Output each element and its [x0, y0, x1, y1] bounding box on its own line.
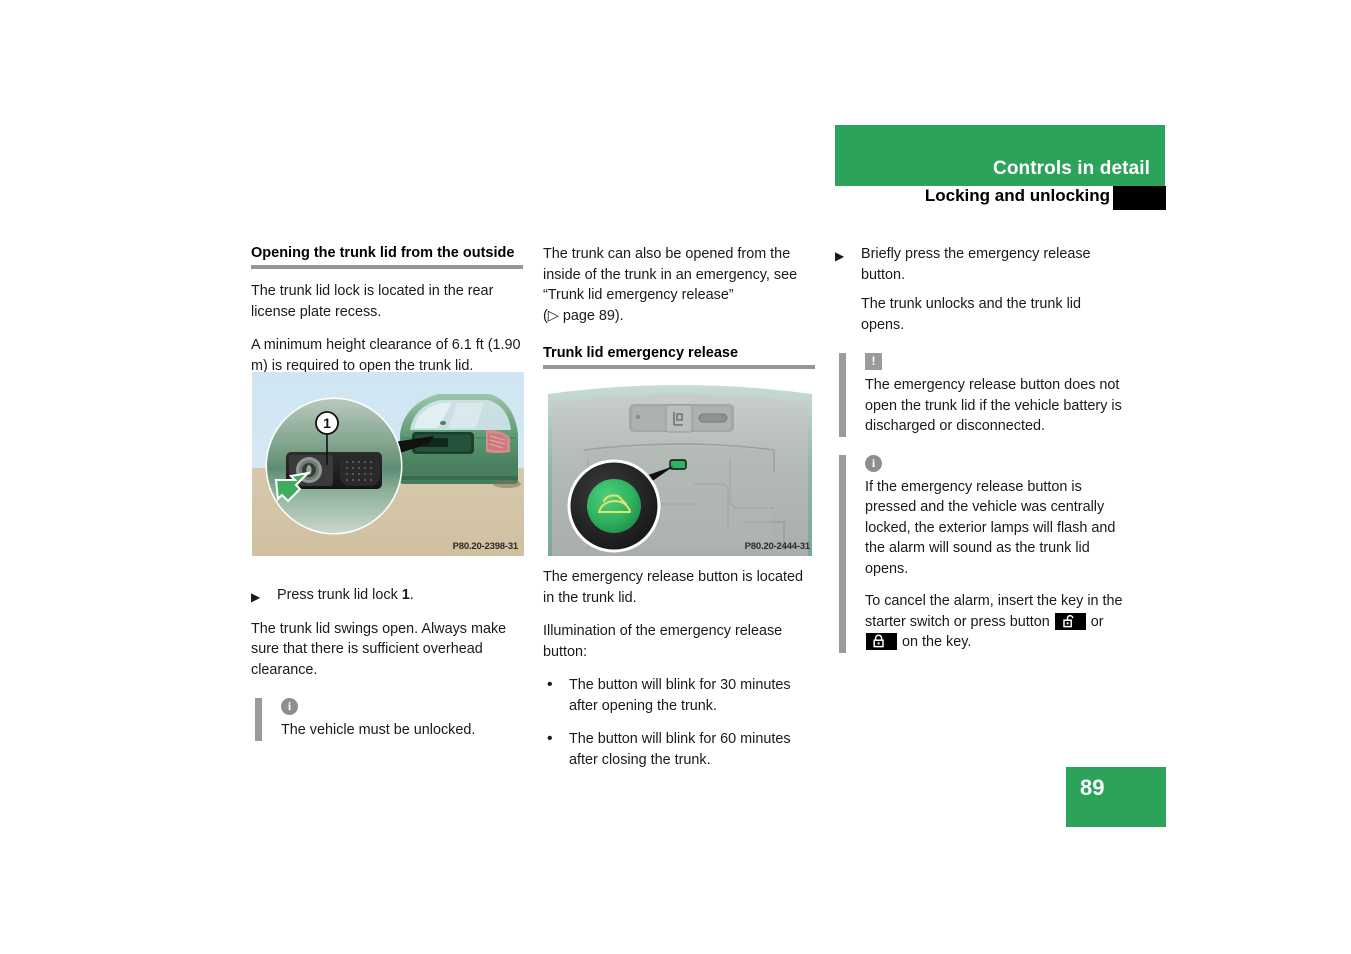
magnifier-detail-circle: 1	[265, 397, 403, 535]
bullet-dot-icon: •	[547, 730, 553, 747]
bullet-dot-icon: •	[547, 676, 553, 693]
step-arrow-icon: ▶	[251, 590, 261, 604]
step-text-tail: .	[409, 587, 414, 603]
step-text: Briefly press the emergency release butt…	[861, 246, 1091, 283]
figure-emergency-release: P80.20-2444-31	[544, 372, 816, 556]
step-press-trunk-lid-lock: ▶ Press trunk lid lock 1.	[251, 585, 523, 606]
callout-number-1: 1	[323, 415, 331, 431]
note-bar	[255, 698, 262, 741]
warning-icon: !	[865, 353, 882, 370]
note-bar	[839, 353, 846, 437]
heading-rule	[543, 365, 815, 369]
paragraph-lock-location: The trunk lid lock is located in the rea…	[251, 283, 494, 320]
note-text: The vehicle must be unlocked.	[281, 722, 476, 738]
note-battery-warning: ! The emergency release button does not …	[835, 353, 1125, 437]
header-subtitle: Locking and unlocking	[924, 186, 1110, 205]
note-text: The emergency release button does not op…	[865, 377, 1122, 434]
list-item: • The button will blink for 60 minutes a…	[543, 729, 815, 770]
step-arrow-icon: ▶	[835, 249, 845, 263]
emergency-release-button-zoomed	[587, 479, 641, 533]
header-green-banner: Controls in detail	[835, 125, 1165, 186]
emergency-release-button-illustration	[544, 372, 816, 556]
list-item-text: The button will blink for 30 minutes aft…	[569, 677, 791, 714]
paragraph-height-clearance: A minimum height clearance of 6.1 ft (1.…	[251, 337, 521, 374]
note-text-cancel-alarm: To cancel the alarm, insert the key in t…	[865, 591, 1125, 653]
note-text-cancel-part-c: on the key.	[898, 634, 972, 650]
info-icon: i	[281, 698, 298, 715]
info-icon: i	[865, 454, 882, 472]
note-text-alarm: If the emergency release button is press…	[865, 478, 1116, 577]
figure-code: P80.20-2398-31	[452, 541, 519, 552]
paragraph-trunk-swings-open: The trunk lid swings open. Always make s…	[251, 620, 507, 678]
chapter-tab-marker	[1113, 186, 1166, 210]
list-item-text: The button will blink for 60 minutes aft…	[569, 731, 791, 768]
emergency-release-button-actual	[669, 459, 687, 470]
step-briefly-press-button: ▶ Briefly press the emergency release bu…	[835, 244, 1125, 285]
page-number-block: 89	[1066, 767, 1166, 827]
page-title: Controls in detail	[993, 158, 1150, 179]
note-text-cancel-part-b: or	[1086, 613, 1104, 630]
figure-code: P80.20-2444-31	[744, 541, 811, 552]
paragraph-button-location: The emergency release button is located …	[543, 569, 803, 606]
step-text: Press trunk lid lock	[277, 587, 402, 603]
lock-icon	[866, 633, 897, 650]
note-bar	[839, 454, 846, 653]
step-result-text: The trunk unlocks and the trunk lid open…	[861, 296, 1081, 333]
note-vehicle-unlocked: i The vehicle must be unlocked.	[251, 698, 523, 741]
unlock-icon	[1054, 612, 1086, 630]
figure-trunk-lid-lock: 1 P80.20-2398-31	[252, 372, 524, 556]
magnifier-detail-circle	[567, 459, 661, 553]
paragraph-page-reference: (▷ page 89).	[543, 307, 624, 324]
heading-rule	[251, 265, 523, 269]
step-callout-number: 1	[401, 587, 410, 603]
column-three: ▶ Briefly press the emergency release bu…	[835, 244, 1125, 666]
paragraph-open-from-inside: The trunk can also be opened from the in…	[543, 246, 798, 303]
trunk-lid-lock-illustration: 1	[252, 372, 524, 556]
paragraph-illumination-intro: Illumination of the emergency release bu…	[543, 623, 783, 660]
list-item: • The button will blink for 30 minutes a…	[543, 675, 815, 716]
section-heading-opening-trunk: Opening the trunk lid from the outside	[251, 245, 515, 261]
page-number: 89	[1080, 775, 1105, 800]
note-alarm-info: i If the emergency release button is pre…	[835, 454, 1125, 653]
section-heading-emergency-release: Trunk lid emergency release	[543, 345, 739, 361]
